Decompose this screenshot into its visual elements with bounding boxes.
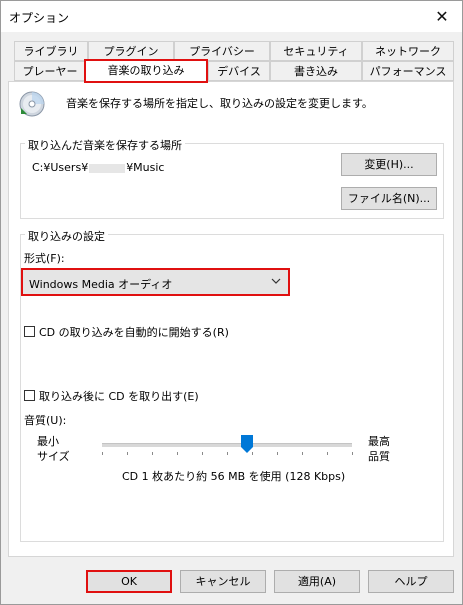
auto-rip-checkbox[interactable]: [24, 326, 35, 337]
quality-slider-thumb[interactable]: [241, 435, 253, 453]
rip-settings-label: 取り込みの設定: [25, 228, 108, 244]
chevron-down-icon: [271, 278, 281, 284]
tab-network[interactable]: ネットワーク: [362, 41, 454, 61]
slider-tick: [102, 452, 103, 455]
quality-slider-track[interactable]: [102, 443, 352, 447]
tab-player[interactable]: プレーヤー: [14, 61, 86, 81]
max-label-2: 品質: [368, 450, 390, 463]
ok-button[interactable]: OK: [86, 570, 172, 593]
window-title: オプション: [9, 11, 70, 25]
cd-rip-icon: [19, 91, 45, 117]
title-bar: オプション ✕: [1, 1, 462, 32]
tab-security[interactable]: セキュリティ: [270, 41, 362, 61]
slider-tick: [327, 452, 328, 455]
min-label-2: サイズ: [37, 450, 70, 463]
auto-rip-label: CD の取り込みを自動的に開始する(R): [39, 326, 229, 339]
quality-label: 音質(U):: [24, 414, 67, 427]
format-value: Windows Media オーディオ: [29, 278, 173, 291]
tab-privacy[interactable]: プライバシー: [174, 41, 270, 61]
tab-rip-music[interactable]: 音楽の取り込み: [84, 59, 208, 83]
min-label-1: 最小: [37, 435, 59, 448]
tab-plugins[interactable]: プラグイン: [88, 41, 174, 61]
format-label: 形式(F):: [24, 252, 65, 265]
eject-label: 取り込み後に CD を取り出す(E): [39, 390, 199, 403]
close-icon[interactable]: ✕: [422, 1, 462, 32]
filename-button[interactable]: ファイル名(N)...: [341, 187, 437, 210]
slider-tick: [352, 452, 353, 455]
change-location-button[interactable]: 変更(H)...: [341, 153, 437, 176]
slider-tick: [202, 452, 203, 455]
tab-library[interactable]: ライブラリ: [14, 41, 88, 61]
redacted-username: [89, 163, 126, 173]
slider-tick: [152, 452, 153, 455]
description-text: 音楽を保存する場所を指定し、取り込みの設定を変更します。: [66, 97, 373, 110]
slider-tick: [227, 452, 228, 455]
path-prefix: C:¥Users¥: [32, 161, 89, 174]
tab-burn[interactable]: 書き込み: [270, 61, 362, 81]
apply-button[interactable]: 適用(A): [274, 570, 360, 593]
max-label-1: 最高: [368, 435, 390, 448]
tab-devices[interactable]: デバイス: [208, 61, 270, 81]
location-group-label: 取り込んだ音楽を保存する場所: [25, 137, 185, 153]
slider-tick: [302, 452, 303, 455]
help-button[interactable]: ヘルプ: [368, 570, 454, 593]
usage-text: CD 1 枚あたり約 56 MB を使用 (128 Kbps): [122, 470, 346, 483]
eject-checkbox[interactable]: [24, 390, 35, 401]
slider-tick: [177, 452, 178, 455]
cancel-button[interactable]: キャンセル: [180, 570, 266, 593]
format-dropdown[interactable]: Windows Media オーディオ: [21, 268, 290, 296]
tab-performance[interactable]: パフォーマンス: [362, 61, 454, 81]
path-suffix: ¥Music: [126, 161, 165, 174]
slider-tick: [277, 452, 278, 455]
location-path: C:¥Users¥ ¥Music: [32, 161, 164, 174]
slider-tick: [127, 452, 128, 455]
